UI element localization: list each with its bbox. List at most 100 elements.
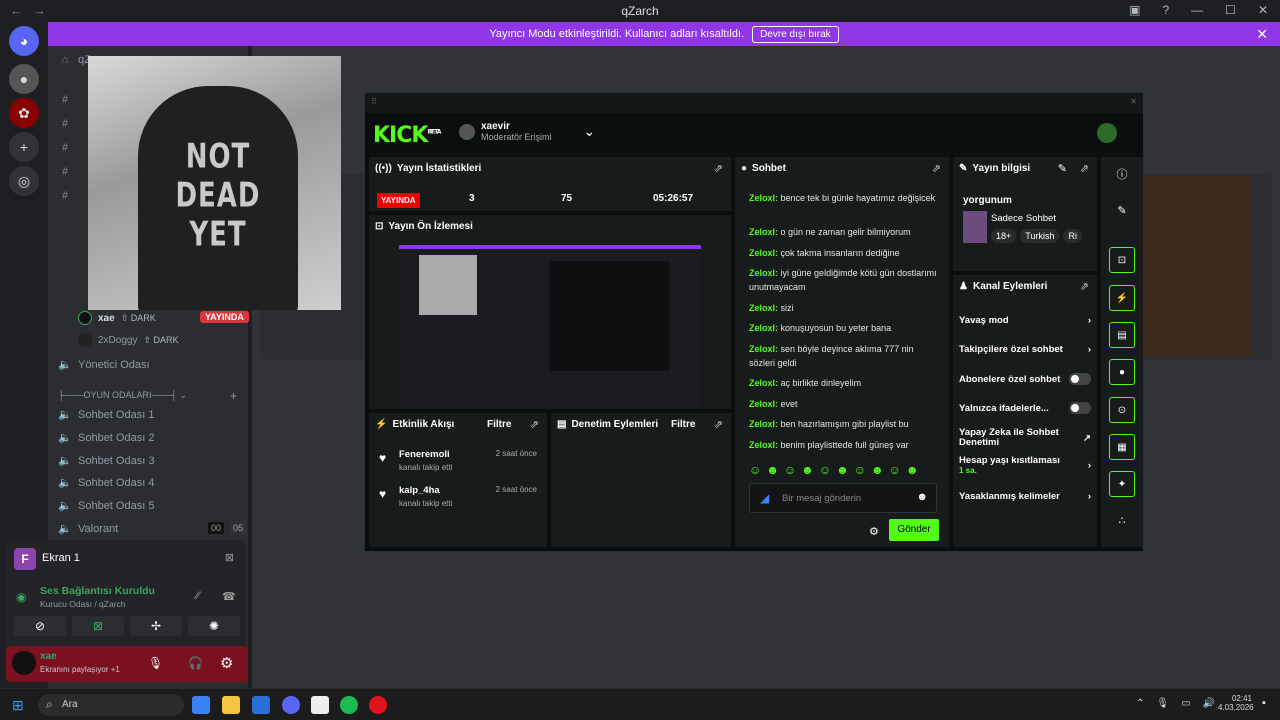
emoji-icon[interactable]: ☻ (916, 491, 928, 503)
screen-title: Ekran 1 (42, 552, 80, 564)
subscribers-only-toggle[interactable] (1069, 373, 1091, 385)
channel-selector[interactable]: xaevir Moderatör Erişimi ⌄ (459, 121, 595, 142)
avatar[interactable] (12, 651, 36, 675)
expand-icon[interactable]: ⇗ (932, 162, 941, 175)
voice-channel[interactable]: 🔈 Sohbet Odası 3 (58, 454, 154, 468)
user-status: Ekranını paylaşıyor +1 (40, 665, 120, 674)
expand-icon[interactable]: ⇗ (714, 162, 723, 175)
followers-only-row[interactable]: Takipçilere özel sohbet › (959, 344, 1091, 355)
add-channel-icon[interactable]: + (230, 389, 237, 403)
preview-video[interactable] (399, 245, 701, 409)
chat-input-box[interactable]: ◢ Bir mesaj gönderin ☻ (749, 483, 937, 513)
chat-settings-gear-icon[interactable]: ⚙ (869, 525, 879, 538)
app-icon[interactable] (252, 696, 270, 714)
activities-button[interactable]: ✢ (130, 616, 182, 636)
voice-channel[interactable]: 🔈 Sohbet Odası 1 (58, 408, 154, 422)
voice-user[interactable]: 2xDoggy ⇧ DARK (78, 333, 179, 347)
text-channel[interactable]: # (58, 166, 72, 178)
close-screen-icon[interactable]: ⊠ (225, 551, 234, 564)
category-header[interactable]: ├───OYUN ODALARI───┤ ⌄ (58, 390, 187, 401)
discord-icon[interactable] (282, 696, 300, 714)
banned-words-row[interactable]: Yasaklanmış kelimeler › (959, 491, 1091, 502)
app-icon[interactable] (192, 696, 210, 714)
voice-channel[interactable]: 🔈 Sohbet Odası 4 (58, 476, 154, 490)
minimize-button[interactable]: — (1191, 3, 1203, 17)
system-tray[interactable]: ⌃ 🎙 ▭ 🔊 (1136, 698, 1215, 709)
actions-title: ♟ Kanal Eylemleri (959, 281, 1048, 292)
document-icon[interactable]: ▤ (1109, 322, 1135, 348)
disable-streamer-mode-button[interactable]: Devre dışı bırak (752, 25, 839, 43)
inbox-icon[interactable]: ▣ (1129, 3, 1140, 17)
add-server-icon[interactable]: + (9, 132, 39, 162)
apps-icon[interactable]: ∴ (1109, 507, 1135, 533)
voice-user[interactable]: xae ⇧ DARK (78, 311, 156, 325)
close-popout-icon[interactable]: ✕ (1130, 97, 1137, 106)
emotes-only-toggle[interactable] (1069, 402, 1091, 414)
notification-icon[interactable]: ▪ (1262, 697, 1266, 709)
avatar[interactable] (1097, 123, 1117, 143)
broadcast-icon[interactable]: ⊙ (1109, 397, 1135, 423)
document-app-icon[interactable] (311, 696, 329, 714)
clock[interactable]: 02:41 4.03.2026 (1218, 694, 1254, 712)
speaker-icon: 🔈 (58, 523, 72, 535)
subscribers-only-row[interactable]: Abonelere özel sohbet (959, 373, 1091, 385)
file-explorer-icon[interactable] (222, 696, 240, 714)
server-icon-qzarch[interactable]: ● (9, 64, 39, 94)
opera-icon[interactable] (369, 696, 387, 714)
soundboard-button[interactable]: ✺ (188, 616, 240, 636)
voice-channel[interactable]: 🔈 Sohbet Odası 5 (58, 499, 154, 513)
voice-channel-valorant[interactable]: 🔈 Valorant (58, 522, 118, 536)
document-icon: ▤ (557, 419, 567, 430)
edit-icon[interactable]: ✎ (1058, 162, 1067, 175)
account-age-row[interactable]: Hesap yaşı kısıtlaması 1 sa. › (959, 455, 1091, 475)
wrench-icon[interactable]: ✦ (1109, 471, 1135, 497)
text-channel[interactable]: # (58, 94, 72, 106)
expand-icon[interactable]: ⇗ (1080, 162, 1089, 175)
moderation-panel: ▤ Denetim Eylemleri Filtre ⇗ (551, 413, 731, 547)
info-icon[interactable]: ⓘ (1109, 161, 1135, 187)
expand-icon[interactable]: ⇗ (1080, 280, 1089, 293)
avatar (459, 123, 475, 140)
spotify-icon[interactable] (340, 696, 358, 714)
voice-channel[interactable]: 🔈 Sohbet Odası 2 (58, 431, 154, 445)
close-button[interactable]: ✕ (1258, 3, 1268, 17)
expand-icon[interactable]: ⇗ (714, 418, 723, 431)
explore-icon[interactable]: ◎ (9, 166, 39, 196)
microphone-icon[interactable]: 🎙 (148, 656, 163, 670)
pencil-icon[interactable]: ✎ (1109, 197, 1135, 223)
emotes-only-row[interactable]: Yalnızca ifadelerle... (959, 402, 1091, 414)
server-icon-red[interactable]: ✿ (9, 98, 39, 128)
text-channel[interactable]: # (58, 118, 72, 130)
chat-bubble-icon[interactable]: ● (1109, 359, 1135, 385)
focus-icon[interactable]: ⊡ (1109, 247, 1135, 273)
help-icon[interactable]: ? (1162, 3, 1169, 17)
close-icon[interactable]: ✕ (1256, 26, 1268, 43)
text-channel[interactable]: # (58, 142, 72, 154)
follower-action: kanalı takip etti (399, 499, 453, 508)
maximize-button[interactable]: ☐ (1225, 3, 1236, 17)
windows-start-icon[interactable]: ⊞ (12, 697, 24, 714)
send-button[interactable]: Gönder (889, 519, 939, 541)
voice-channel-admin[interactable]: 🔈 Yönetici Odası (58, 358, 149, 372)
headphones-icon[interactable]: 🎧 (188, 656, 203, 670)
search-box[interactable]: ⌕ Ara (38, 694, 184, 716)
settings-gear-icon[interactable]: ⚙ (220, 654, 233, 672)
voice-status[interactable]: Ses Bağlantısı Kuruldu (40, 585, 155, 597)
moderation-filter-button[interactable]: Filtre (671, 419, 695, 430)
expand-icon[interactable]: ⇗ (530, 418, 539, 431)
activity-filter-button[interactable]: Filtre (487, 419, 511, 430)
disconnect-icon[interactable]: ☎ (222, 590, 236, 603)
discord-home-icon[interactable]: ◕ (9, 26, 39, 56)
bolt-icon[interactable]: ⚡ (1109, 285, 1135, 311)
text-channel[interactable]: # (58, 190, 72, 202)
camera-button[interactable]: ⊘ (14, 616, 66, 636)
chevron-down-icon[interactable]: ⌄ (584, 123, 596, 140)
moderation-title: ▤ Denetim Eylemleri (557, 419, 659, 430)
server-header[interactable]: ⌂ qZ (58, 54, 91, 66)
screen-share-button[interactable]: ⊠ (72, 616, 124, 636)
noise-suppression-icon[interactable]: ⁄⁄ (196, 590, 200, 602)
layout-icon[interactable]: ▦ (1109, 434, 1135, 460)
slow-mode-row[interactable]: Yavaş mod › (959, 315, 1091, 326)
emote-bar[interactable]: ☺ ☻ ☺ ☻ ☺ ☻ ☺ ☻ ☺ ☻ (749, 463, 919, 477)
ai-moderation-row[interactable]: Yapay Zeka ile Sohbet Denetimi ↗ (959, 428, 1091, 448)
